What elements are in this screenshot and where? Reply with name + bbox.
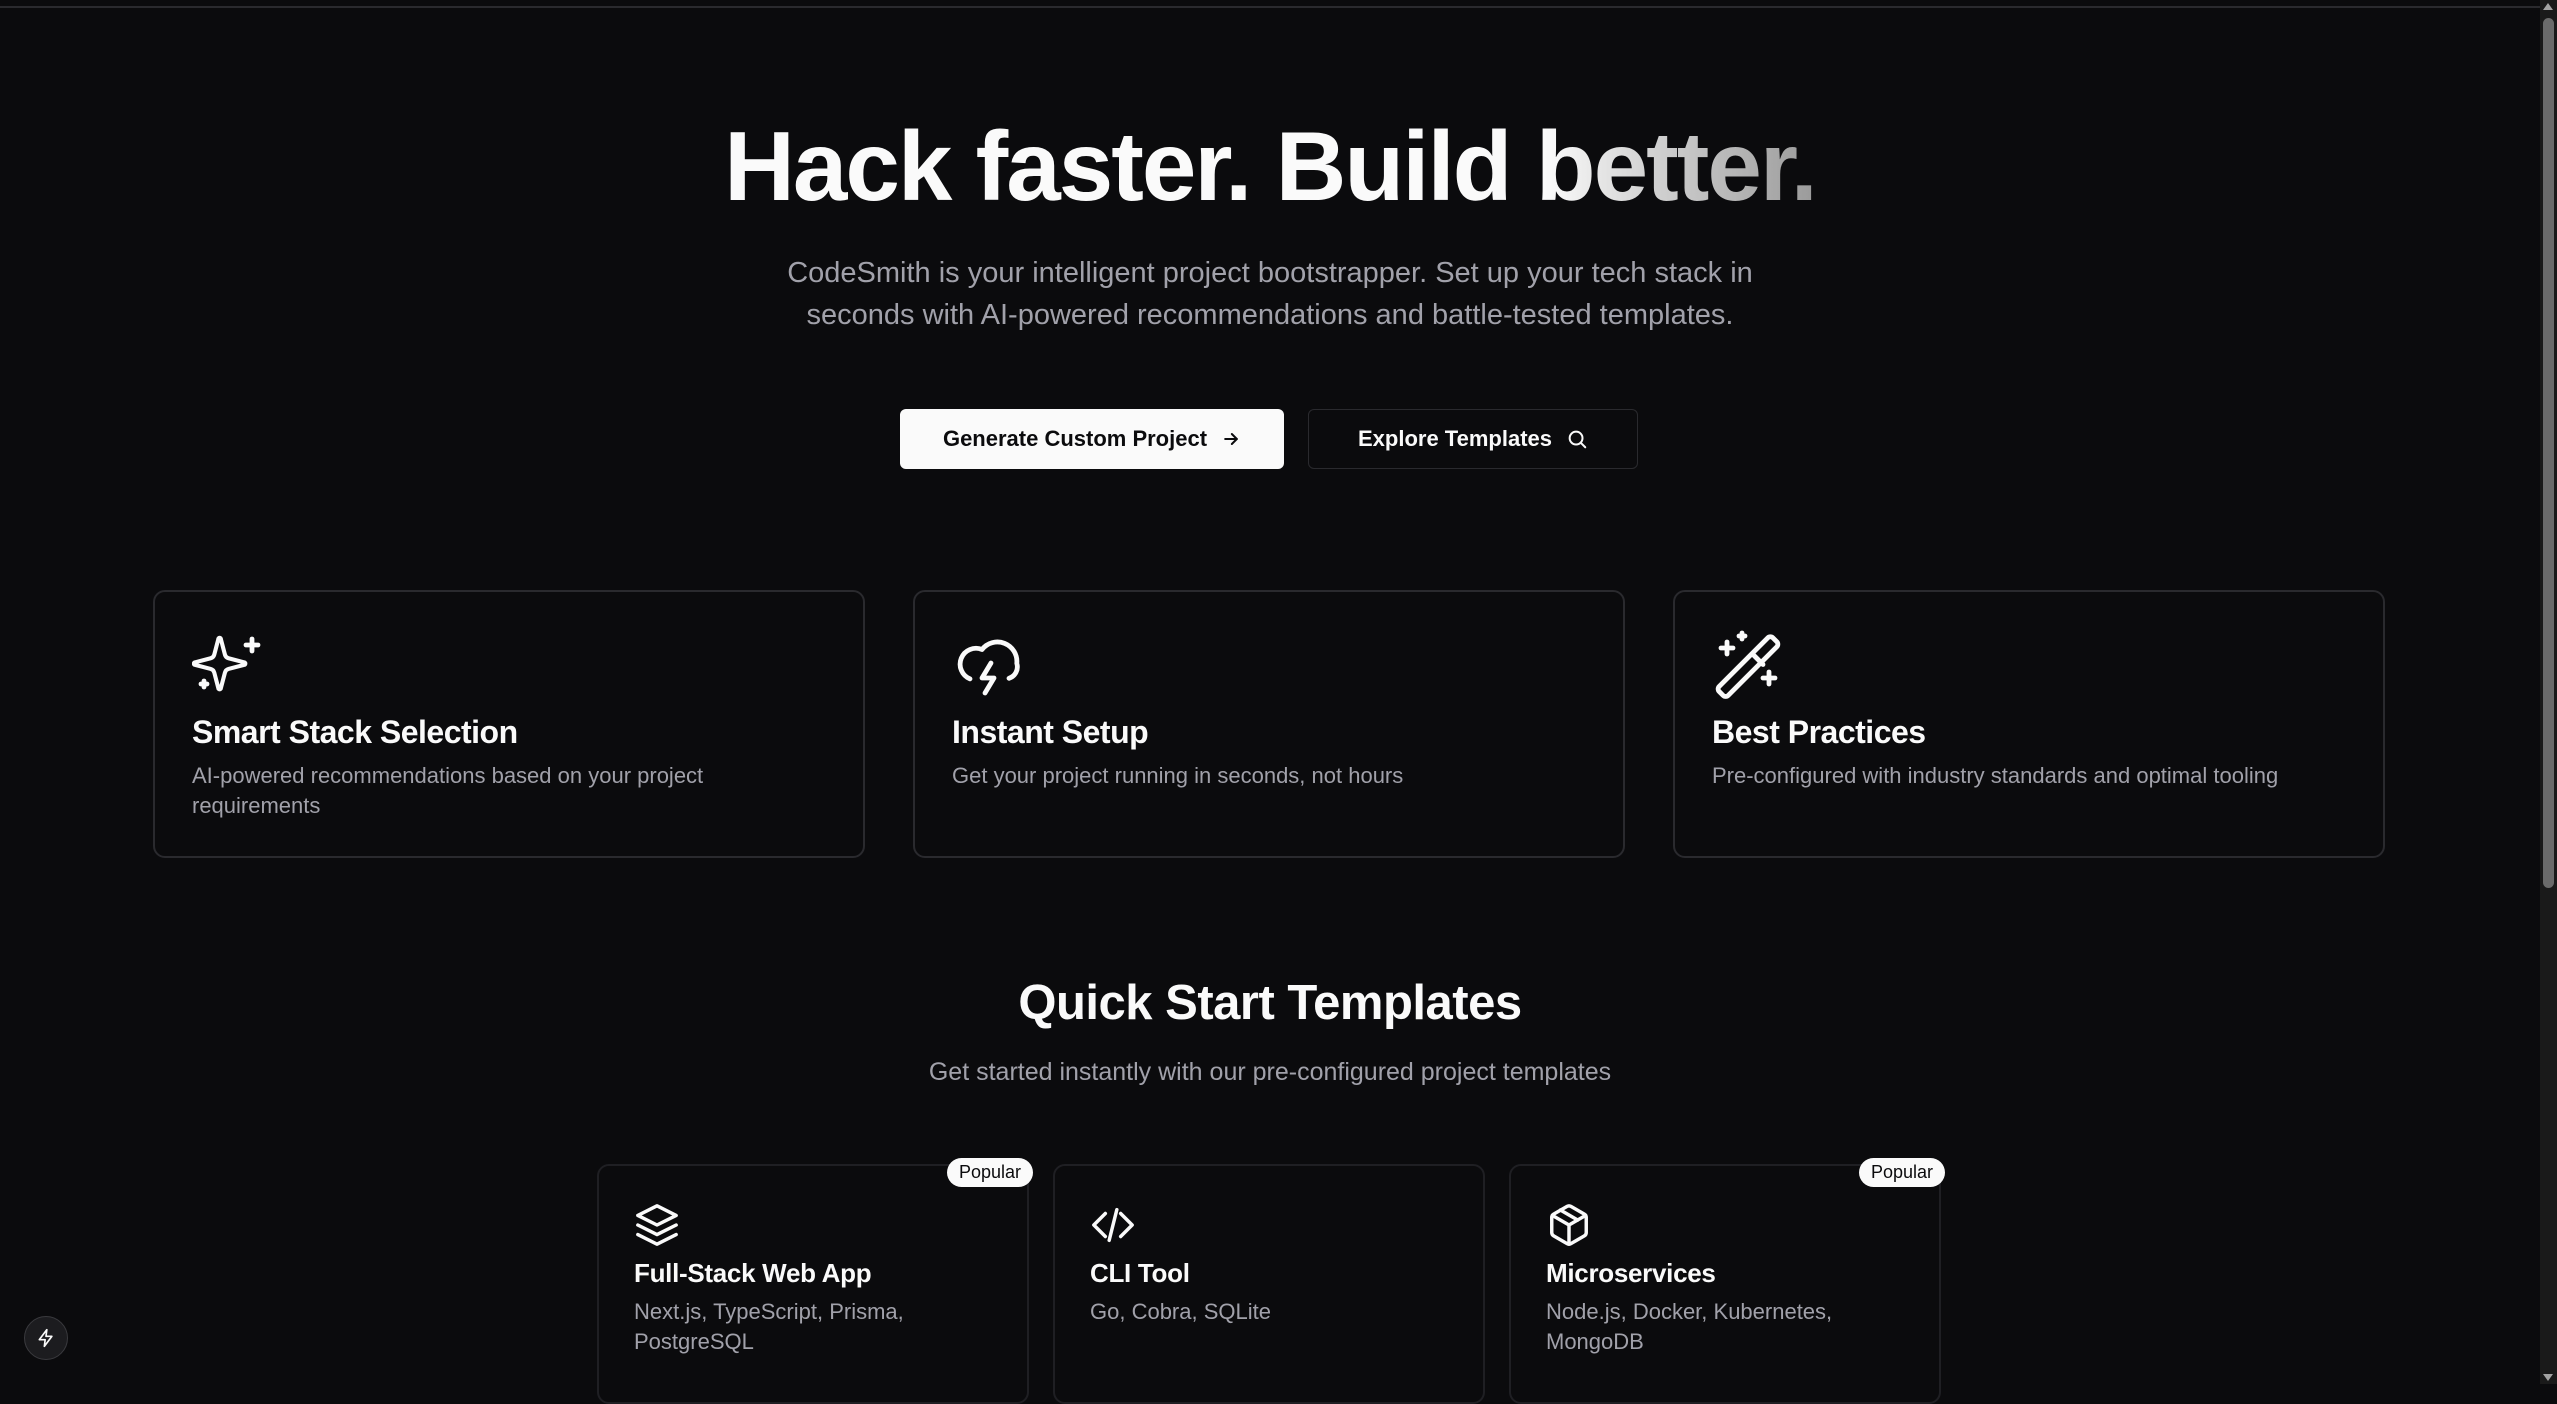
template-title: Full-Stack Web App (634, 1258, 872, 1288)
scroll-down-arrow-icon[interactable] (2543, 1374, 2553, 1381)
hero-title-accent: better. (1535, 111, 1818, 221)
cloud-lightning-icon (957, 639, 1020, 696)
feature-description: Pre-configured with industry standards a… (1712, 763, 2279, 788)
code-icon (1092, 1207, 1134, 1243)
feature-description: Get your project running in seconds, not… (952, 763, 1404, 788)
feature-title: Smart Stack Selection (192, 714, 518, 750)
templates-section-title: Quick Start Templates (1018, 976, 1522, 1030)
template-stack: Next.js, TypeScript, Prisma, PostgreSQL (634, 1299, 904, 1354)
sparkles-icon (192, 635, 261, 692)
top-border (0, 0, 2540, 8)
template-card-microservices[interactable]: Popular Microservices Node.js, Docker, K… (1509, 1158, 1945, 1404)
package-icon (1550, 1204, 1588, 1246)
explore-templates-label: Explore Templates (1358, 426, 1552, 451)
lightning-bolt-icon (38, 1328, 53, 1348)
feature-card-best-practices: Best Practices Pre-configured with indus… (1673, 590, 2385, 858)
page-scrollbar[interactable] (2540, 0, 2557, 1384)
feature-title: Instant Setup (952, 714, 1149, 750)
search-icon (1568, 430, 1587, 449)
feature-description: AI-powered recommendations based on your… (192, 763, 704, 818)
magic-wand-icon (1715, 630, 1781, 699)
template-stack: Node.js, Docker, Kubernetes, MongoDB (1546, 1299, 1833, 1354)
layers-icon (636, 1204, 678, 1246)
generate-custom-project-button[interactable]: Generate Custom Project (900, 409, 1284, 469)
template-title: Microservices (1546, 1258, 1716, 1288)
scrollbar-thumb[interactable] (2543, 18, 2554, 888)
templates-section-subtitle: Get started instantly with our pre-confi… (928, 1058, 1612, 1086)
generate-custom-project-label: Generate Custom Project (942, 426, 1208, 451)
hero-title: Hack faster. Build better. (0, 110, 2540, 223)
popular-badge: Popular (946, 1158, 1033, 1187)
scroll-up-arrow-icon[interactable] (2543, 3, 2553, 10)
template-stack: Go, Cobra, SQLite (1090, 1299, 1271, 1324)
popular-badge: Popular (1858, 1158, 1945, 1187)
hero-title-main: Hack faster. Build (724, 111, 1536, 221)
template-card-cli-tool[interactable]: CLI Tool Go, Cobra, SQLite (1053, 1164, 1485, 1404)
feature-title: Best Practices (1712, 714, 1926, 750)
hero-subtitle: CodeSmith is your intelligent project bo… (787, 257, 1753, 331)
template-title: CLI Tool (1090, 1258, 1190, 1288)
arrow-right-icon (1224, 433, 1238, 445)
explore-templates-button[interactable]: Explore Templates (1308, 409, 1638, 469)
feature-card-instant-setup: Instant Setup Get your project running i… (913, 590, 1625, 858)
dev-tools-button[interactable] (24, 1316, 68, 1360)
template-card-full-stack[interactable]: Popular Full-Stack Web App Next.js, Type… (597, 1158, 1033, 1404)
feature-card-smart-stack: Smart Stack Selection AI-powered recomme… (153, 590, 865, 858)
